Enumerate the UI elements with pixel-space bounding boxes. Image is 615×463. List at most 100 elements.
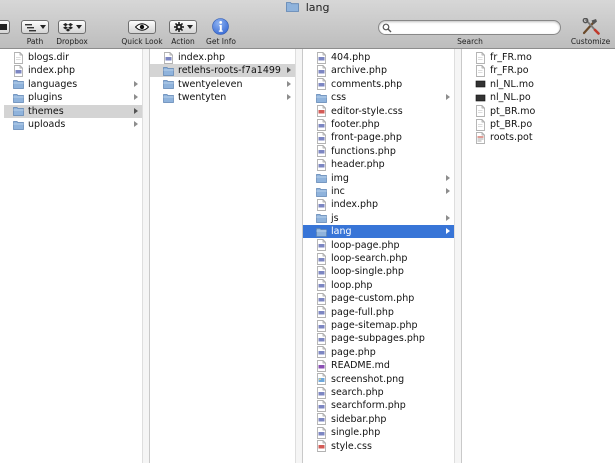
folder-row[interactable]: css — [303, 91, 454, 104]
window-title-bar: lang — [0, 1, 615, 15]
disclosure-arrow-icon — [134, 94, 138, 101]
item-label: page-subpages.php — [331, 333, 425, 345]
tools-icon[interactable] — [581, 18, 600, 35]
file-row[interactable]: single.php — [303, 426, 454, 439]
file-row[interactable]: nl_NL.mo — [462, 78, 615, 91]
disclosure-arrow-icon — [446, 188, 450, 194]
folder-row[interactable]: img — [303, 172, 454, 185]
column-resize-handle[interactable] — [454, 49, 461, 463]
item-label: nl_NL.po — [490, 92, 531, 104]
action-button[interactable] — [169, 20, 197, 34]
file-row[interactable]: page-subpages.php — [303, 332, 454, 345]
item-label: page-sitemap.php — [331, 320, 418, 331]
folder-icon — [316, 93, 327, 103]
get-info-label: Get Info — [206, 37, 236, 46]
quick-look-button[interactable] — [128, 20, 156, 34]
file-row[interactable]: pt_BR.po — [462, 118, 615, 131]
folder-row[interactable]: uploads — [4, 118, 142, 131]
file-row[interactable]: page.php — [303, 346, 454, 359]
php-file-icon — [317, 333, 326, 345]
file-row[interactable]: index.php — [303, 198, 454, 211]
css-file-icon — [317, 105, 326, 117]
file-row[interactable]: front-page.php — [303, 131, 454, 144]
item-label: comments.php — [331, 78, 403, 90]
search-field[interactable] — [378, 20, 561, 35]
column-3[interactable]: 404.php archive.php comments.php css editor-… — [303, 49, 462, 463]
file-row[interactable]: roots.pot — [462, 131, 615, 144]
dropbox-button[interactable] — [58, 20, 86, 34]
item-label: twentyeleven — [178, 78, 243, 90]
file-row[interactable]: footer.php — [303, 118, 454, 131]
column-4[interactable]: fr_FR.mo fr_FR.po nl_NL.mo nl_NL.po pt_BR.mo… — [462, 49, 615, 463]
file-row[interactable]: 404.php — [303, 51, 454, 64]
file-row[interactable]: pt_BR.mo — [462, 105, 615, 118]
file-row[interactable]: index.php — [150, 51, 295, 64]
folder-row[interactable]: lang — [303, 225, 454, 239]
search-icon — [382, 23, 392, 33]
disclosure-arrow-icon — [446, 94, 450, 101]
file-row[interactable]: searchform.php — [303, 399, 454, 412]
item-label: inc — [331, 186, 345, 197]
column-resize-handle[interactable] — [142, 49, 149, 463]
file-row[interactable]: page-custom.php — [303, 292, 454, 305]
search-input[interactable] — [393, 22, 553, 33]
column-resize-handle[interactable] — [295, 49, 302, 463]
file-row[interactable]: style.css — [303, 440, 454, 453]
item-label: img — [331, 172, 349, 184]
item-label: nl_NL.mo — [490, 78, 534, 90]
file-row[interactable]: page-sitemap.php — [303, 319, 454, 332]
php-file-icon — [317, 51, 326, 64]
file-row[interactable]: functions.php — [303, 145, 454, 158]
column-2[interactable]: index.php retlehs-roots-f7a1499 twentyelev… — [150, 49, 303, 463]
item-label: twentyten — [178, 92, 227, 104]
file-row[interactable]: comments.php — [303, 78, 454, 91]
folder-row[interactable]: plugins — [4, 91, 142, 104]
item-label: README.md — [331, 360, 390, 372]
file-row[interactable]: index.php — [4, 64, 142, 77]
file-row[interactable]: README.md — [303, 359, 454, 372]
php-file-icon — [317, 346, 326, 359]
info-icon[interactable] — [212, 18, 229, 35]
item-label: blogs.dir — [28, 52, 70, 63]
file-row[interactable]: loop-single.php — [303, 265, 454, 278]
item-label: search.php — [331, 387, 384, 398]
column-1[interactable]: blogs.dir index.php languages plugins themes… — [0, 49, 150, 463]
file-row[interactable]: loop.php — [303, 279, 454, 292]
item-label: themes — [28, 105, 64, 117]
finder-toolbar: lang Path Dropbox Quick Look Action Get … — [0, 0, 615, 49]
file-row[interactable]: page-full.php — [303, 306, 454, 319]
disclosure-arrow-icon — [134, 107, 138, 114]
file-row[interactable]: nl_NL.po — [462, 91, 615, 104]
file-row[interactable]: editor-style.css — [303, 105, 454, 118]
item-label: functions.php — [331, 145, 396, 157]
view-mode-button[interactable] — [0, 20, 10, 34]
file-row[interactable]: header.php — [303, 158, 454, 171]
path-button[interactable] — [21, 20, 49, 34]
file-row[interactable]: screenshot.png — [303, 373, 454, 386]
file-row[interactable]: fr_FR.po — [462, 64, 615, 77]
folder-row[interactable]: js — [303, 212, 454, 225]
file-row[interactable]: archive.php — [303, 64, 454, 77]
file-row[interactable]: blogs.dir — [4, 51, 142, 64]
file-row[interactable]: loop-page.php — [303, 239, 454, 252]
column-browser: blogs.dir index.php languages plugins themes… — [0, 49, 615, 463]
folder-row[interactable]: twentyeleven — [150, 78, 295, 91]
folder-row[interactable]: retlehs-roots-f7a1499 — [150, 64, 295, 78]
file-row[interactable]: sidebar.php — [303, 413, 454, 426]
file-row[interactable]: fr_FR.mo — [462, 51, 615, 64]
file-row[interactable]: search.php — [303, 386, 454, 399]
column-view-icon — [0, 24, 7, 30]
disclosure-arrow-icon — [134, 121, 138, 127]
php-file-icon — [317, 118, 326, 131]
document-icon — [476, 118, 485, 131]
item-label: loop-search.php — [331, 253, 408, 264]
folder-row[interactable]: languages — [4, 78, 142, 91]
binary-file-icon — [475, 80, 486, 88]
file-row[interactable]: loop-search.php — [303, 252, 454, 265]
php-file-icon — [317, 239, 326, 251]
disclosure-arrow-icon — [134, 80, 138, 87]
folder-row[interactable]: twentyten — [150, 91, 295, 104]
folder-row[interactable]: themes — [4, 104, 142, 118]
folder-row[interactable]: inc — [303, 185, 454, 198]
folder-icon — [316, 174, 327, 183]
